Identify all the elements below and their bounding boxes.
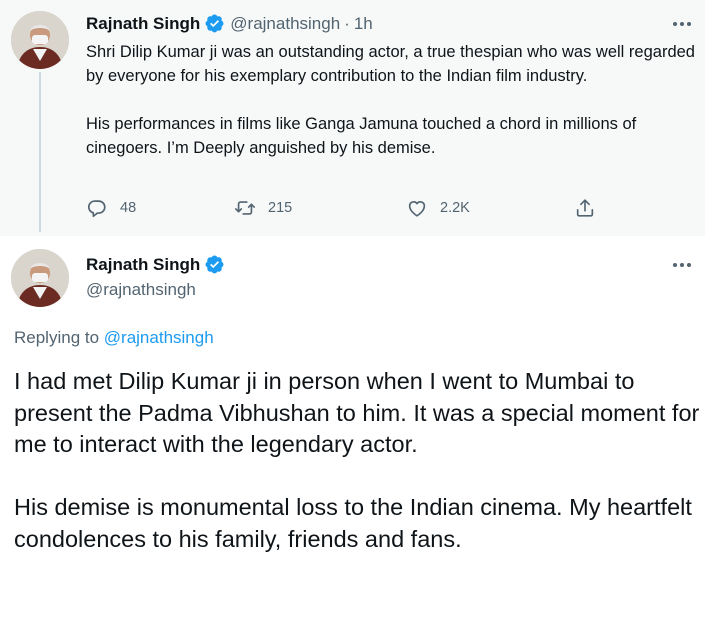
replying-to: Replying to @rajnathsingh <box>14 328 214 348</box>
share-button[interactable] <box>574 197 596 219</box>
share-icon <box>576 199 594 217</box>
author-name-row: Rajnath Singh <box>86 254 225 275</box>
heart-icon <box>408 201 426 217</box>
tweet-text: Shri Dilip Kumar ji was an outstanding a… <box>86 40 696 160</box>
author-name[interactable]: Rajnath Singh <box>86 14 200 34</box>
author-handle[interactable]: @rajnathsingh <box>86 280 196 300</box>
replying-label: Replying to <box>14 328 104 347</box>
more-options-icon[interactable] <box>670 15 694 33</box>
like-button[interactable]: 2.2K <box>406 197 470 219</box>
tweet-text: I had met Dilip Kumar ji in person when … <box>14 366 700 555</box>
reply-button[interactable]: 48 <box>86 197 136 219</box>
retweet-button[interactable]: 215 <box>234 197 292 219</box>
tweet-paragraph: His performances in films like Ganga Jam… <box>86 115 637 157</box>
thread-connector <box>39 72 41 232</box>
verified-badge-icon <box>204 13 225 34</box>
parent-tweet[interactable]: Rajnath Singh @rajnathsingh · 1h Shri Di… <box>0 0 705 236</box>
author-handle[interactable]: @rajnathsingh <box>230 14 340 34</box>
tweet-header: Rajnath Singh @rajnathsingh · 1h <box>86 13 373 34</box>
more-options-icon[interactable] <box>670 256 694 274</box>
retweet-icon <box>235 201 255 215</box>
avatar[interactable] <box>11 11 69 69</box>
tweet-timestamp[interactable]: 1h <box>354 14 373 34</box>
tweet-paragraph: I had met Dilip Kumar ji in person when … <box>14 368 700 457</box>
retweet-count: 215 <box>268 200 293 216</box>
avatar[interactable] <box>11 249 69 307</box>
reply-count: 48 <box>120 200 137 216</box>
reply-icon <box>87 200 106 218</box>
tweet-paragraph: His demise is monumental loss to the Ind… <box>14 494 692 552</box>
separator-dot: · <box>344 13 350 33</box>
tweet-actions: 48 215 2.2K <box>86 197 606 223</box>
verified-badge-icon <box>204 254 225 275</box>
author-name[interactable]: Rajnath Singh <box>86 255 200 275</box>
like-count: 2.2K <box>440 200 470 216</box>
replying-handle-link[interactable]: @rajnathsingh <box>104 328 214 347</box>
tweet-paragraph: Shri Dilip Kumar ji was an outstanding a… <box>86 43 695 85</box>
